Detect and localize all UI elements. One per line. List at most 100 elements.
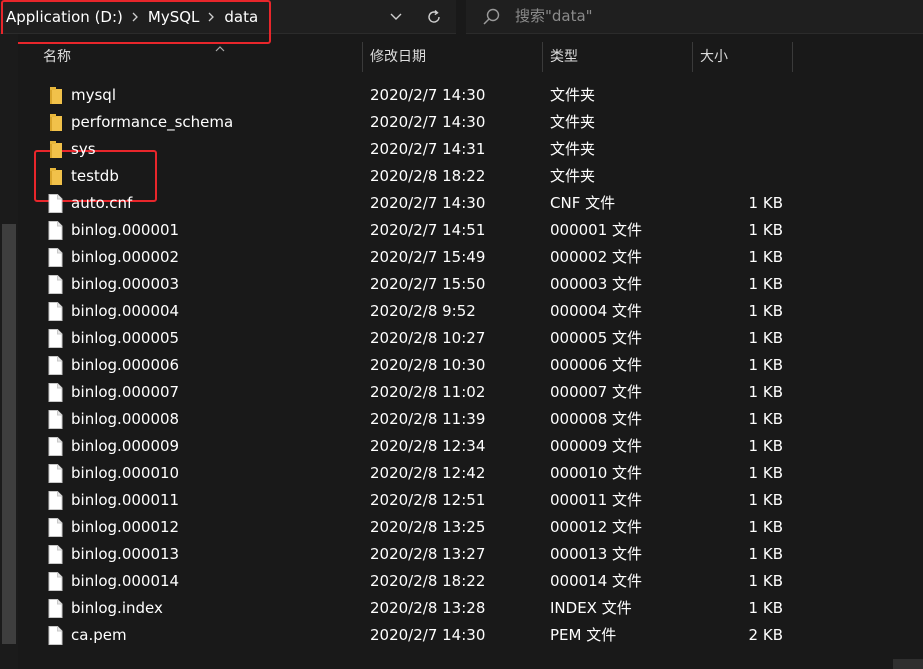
list-item[interactable]: binlog.000002 2020/2/7 15:49 000002 文件 1… (20, 244, 923, 271)
list-item[interactable]: binlog.000001 2020/2/7 14:51 000001 文件 1… (20, 217, 923, 244)
file-icon (48, 275, 64, 294)
file-type: 000002 文件 (550, 248, 643, 266)
file-type: 000004 文件 (550, 302, 643, 320)
column-header-name[interactable]: 名称 (43, 42, 71, 72)
search-box[interactable]: 搜索"data" (466, 0, 923, 34)
file-name: binlog.000014 (71, 572, 180, 590)
list-item[interactable]: binlog.000004 2020/2/8 9:52 000004 文件 1 … (20, 298, 923, 325)
folder-icon (48, 140, 64, 159)
breadcrumb-mysql[interactable]: MySQL (148, 8, 200, 26)
file-size: 2 KB (748, 626, 783, 644)
list-item[interactable]: binlog.000008 2020/2/8 11:39 000008 文件 1… (20, 406, 923, 433)
file-date: 2020/2/8 13:27 (370, 545, 486, 563)
column-divider[interactable] (362, 42, 363, 72)
file-date: 2020/2/7 15:49 (370, 248, 486, 266)
file-size: 1 KB (748, 518, 783, 536)
list-item[interactable]: binlog.000012 2020/2/8 13:25 000012 文件 1… (20, 514, 923, 541)
file-type: 000013 文件 (550, 545, 643, 563)
list-item[interactable]: binlog.000006 2020/2/8 10:30 000006 文件 1… (20, 352, 923, 379)
file-type: 000012 文件 (550, 518, 643, 536)
file-date: 2020/2/8 12:34 (370, 437, 486, 455)
file-name: binlog.index (71, 599, 163, 617)
file-name: binlog.000003 (71, 275, 180, 293)
file-icon (48, 302, 64, 321)
file-date: 2020/2/7 14:31 (370, 140, 486, 158)
file-size: 1 KB (748, 248, 783, 266)
file-date: 2020/2/8 10:27 (370, 329, 486, 347)
list-item[interactable]: binlog.000011 2020/2/8 12:51 000011 文件 1… (20, 487, 923, 514)
list-item[interactable]: binlog.000009 2020/2/8 12:34 000009 文件 1… (20, 433, 923, 460)
file-size: 1 KB (748, 545, 783, 563)
sort-caret-icon (215, 38, 225, 56)
file-icon (48, 383, 64, 402)
file-name: sys (71, 140, 96, 158)
list-item[interactable]: binlog.000005 2020/2/8 10:27 000005 文件 1… (20, 325, 923, 352)
search-icon (482, 7, 502, 31)
file-size: 1 KB (748, 356, 783, 374)
file-size: 1 KB (748, 572, 783, 590)
list-item[interactable]: mysql 2020/2/7 14:30 文件夹 (20, 82, 923, 109)
file-size: 1 KB (748, 329, 783, 347)
file-size: 1 KB (748, 302, 783, 320)
refresh-icon[interactable] (423, 6, 445, 28)
list-item[interactable]: binlog.000007 2020/2/8 11:02 000007 文件 1… (20, 379, 923, 406)
chevron-right-icon[interactable] (132, 12, 139, 22)
list-item[interactable]: binlog.000013 2020/2/8 13:27 000013 文件 1… (20, 541, 923, 568)
list-item[interactable]: ca.pem 2020/2/7 14:30 PEM 文件 2 KB (20, 622, 923, 649)
file-type: 000005 文件 (550, 329, 643, 347)
scrollbar-thumb[interactable] (2, 224, 16, 644)
file-name: binlog.000005 (71, 329, 180, 347)
column-divider[interactable] (792, 42, 793, 72)
file-icon (48, 626, 64, 645)
file-type: 文件夹 (550, 113, 596, 131)
file-name: performance_schema (71, 113, 234, 131)
column-header-type[interactable]: 类型 (550, 42, 578, 72)
file-type: 000010 文件 (550, 464, 643, 482)
file-icon (48, 248, 64, 267)
file-date: 2020/2/8 12:42 (370, 464, 486, 482)
scrollbar[interactable] (0, 34, 18, 669)
list-item[interactable]: sys 2020/2/7 14:31 文件夹 (20, 136, 923, 163)
file-type: 000011 文件 (550, 491, 643, 509)
chevron-down-icon[interactable] (386, 7, 406, 27)
file-date: 2020/2/8 18:22 (370, 167, 486, 185)
file-name: binlog.000009 (71, 437, 180, 455)
file-size: 1 KB (748, 194, 783, 212)
file-name: binlog.000010 (71, 464, 180, 482)
column-header-date[interactable]: 修改日期 (370, 42, 426, 72)
column-header-row: 名称 修改日期 类型 大小 (20, 42, 923, 72)
file-type: 文件夹 (550, 86, 596, 104)
file-icon (48, 491, 64, 510)
file-size: 1 KB (748, 464, 783, 482)
file-name: mysql (71, 86, 116, 104)
file-size: 1 KB (748, 491, 783, 509)
file-icon (48, 356, 64, 375)
breadcrumb-drive[interactable]: Application (D:) (6, 8, 123, 26)
list-item[interactable]: binlog.000003 2020/2/7 15:50 000003 文件 1… (20, 271, 923, 298)
toolbar: Application (D:) MySQL data 搜索"data" (0, 0, 923, 34)
file-size: 1 KB (748, 599, 783, 617)
file-size: 1 KB (748, 437, 783, 455)
column-divider[interactable] (542, 42, 543, 72)
list-item[interactable]: binlog.000010 2020/2/8 12:42 000010 文件 1… (20, 460, 923, 487)
column-divider[interactable] (692, 42, 693, 72)
file-icon (48, 221, 64, 240)
breadcrumb-data[interactable]: data (224, 8, 258, 26)
list-item[interactable]: performance_schema 2020/2/7 14:30 文件夹 (20, 109, 923, 136)
file-icon (48, 194, 64, 213)
file-name: binlog.000006 (71, 356, 180, 374)
list-item[interactable]: binlog.index 2020/2/8 13:28 INDEX 文件 1 K… (20, 595, 923, 622)
list-item[interactable]: auto.cnf 2020/2/7 14:30 CNF 文件 1 KB (20, 190, 923, 217)
address-bar[interactable]: Application (D:) MySQL data (0, 0, 456, 34)
file-type: 000009 文件 (550, 437, 643, 455)
list-item[interactable]: testdb 2020/2/8 18:22 文件夹 (20, 163, 923, 190)
list-item[interactable]: binlog.000014 2020/2/8 18:22 000014 文件 1… (20, 568, 923, 595)
file-date: 2020/2/8 11:39 (370, 410, 486, 428)
file-name: binlog.000007 (71, 383, 180, 401)
file-name: binlog.000004 (71, 302, 180, 320)
file-type: 000003 文件 (550, 275, 643, 293)
file-type: 000007 文件 (550, 383, 643, 401)
column-header-size[interactable]: 大小 (700, 42, 728, 72)
file-date: 2020/2/7 14:30 (370, 626, 486, 644)
chevron-right-icon[interactable] (208, 12, 215, 22)
